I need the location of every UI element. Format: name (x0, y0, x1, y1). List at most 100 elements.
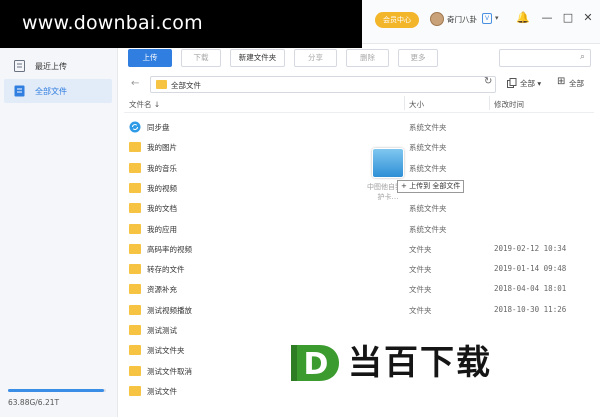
sync-icon (129, 121, 141, 133)
folder-icon (129, 385, 141, 396)
search-input[interactable]: ⌕ (499, 49, 591, 67)
dragged-file-icon (372, 148, 404, 178)
file-name: 资源补充 (147, 285, 177, 295)
file-type: 系统文件夹 (409, 163, 447, 173)
avatar[interactable] (430, 12, 444, 26)
folder-icon (129, 142, 141, 153)
column-divider (489, 96, 490, 110)
file-name: 转存的文件 (147, 265, 185, 275)
all-files-icon (14, 85, 25, 97)
header-divider (124, 112, 594, 113)
column-header-size[interactable]: 大小 (409, 99, 424, 110)
file-modified: 2018-10-30 11:26 (494, 304, 567, 314)
copy-icon (507, 78, 517, 88)
file-type: 系统文件夹 (409, 143, 447, 153)
file-row[interactable]: 资源补充 文件夹 2018-04-04 18:01 (124, 279, 594, 299)
breadcrumb-path: 全部文件 (171, 81, 201, 90)
vip-center-button[interactable]: 会员中心 (375, 12, 419, 28)
file-name: 我的视频 (147, 183, 177, 193)
sort-dropdown[interactable]: 全部 (569, 78, 584, 89)
storage-quota-fill (8, 389, 105, 392)
back-arrow-icon[interactable]: ← (131, 78, 139, 89)
username[interactable]: 奇门八卦 (447, 14, 477, 25)
more-button[interactable]: 更多 (398, 49, 438, 67)
file-row[interactable]: 测试视频播放 文件夹 2018-10-30 11:26 (124, 300, 594, 320)
file-name: 我的应用 (147, 224, 177, 234)
file-name: 我的文档 (147, 204, 177, 214)
file-modified: 2019-01-14 09:48 (494, 264, 567, 274)
sidebar-item-all-files[interactable]: 全部文件 (4, 79, 112, 103)
file-name: 我的图片 (147, 143, 177, 153)
minimize-icon[interactable]: — (540, 11, 554, 24)
file-type: 系统文件夹 (409, 204, 447, 214)
file-name: 测试测试 (147, 326, 177, 335)
maximize-icon[interactable]: □ (561, 11, 575, 24)
file-name: 测试文件夹 (147, 346, 185, 356)
file-row[interactable]: 我的应用 系统文件夹 (124, 219, 594, 239)
file-row[interactable]: 同步盘 系统文件夹 (124, 117, 594, 137)
folder-icon (129, 223, 141, 234)
file-type: 文件夹 (409, 285, 432, 295)
folder-icon (129, 345, 141, 356)
drop-tooltip: + 上传到 全部文件 (397, 180, 465, 193)
file-name: 高码率的视频 (147, 244, 192, 254)
breadcrumb[interactable]: 全部文件 (150, 76, 496, 93)
new-folder-button[interactable]: 新建文件夹 (230, 49, 285, 67)
file-row[interactable]: 转存的文件 文件夹 2019-01-14 09:48 (124, 259, 594, 279)
close-icon[interactable]: ✕ (581, 11, 595, 24)
storage-quota-text: 63.88G/6.21T (8, 398, 60, 407)
chevron-down-icon: ▾ (537, 79, 542, 88)
grid-icon[interactable]: ⊞ (557, 76, 565, 87)
file-row[interactable]: 我的视频系统文件夹 (124, 178, 594, 198)
file-row[interactable]: 我的图片 系统文件夹 (124, 137, 594, 157)
watermark-logo-letter: D (304, 347, 329, 382)
file-type: 系统文件夹 (409, 224, 447, 234)
watermark-banner: www.downbai.com (0, 0, 362, 48)
file-row[interactable]: 测试测试 (124, 320, 594, 340)
folder-icon (129, 325, 141, 335)
refresh-icon[interactable]: ↻ (484, 76, 492, 87)
file-row[interactable]: 我的音乐 系统文件夹 (124, 158, 594, 178)
watermark-text: 当百下载 (348, 343, 492, 383)
column-header-modified[interactable]: 修改时间 (494, 99, 524, 110)
bell-icon[interactable]: 🔔 (516, 11, 530, 24)
file-name: 同步盘 (147, 123, 170, 132)
column-divider (404, 96, 405, 110)
file-row[interactable]: 我的文档 系统文件夹 (124, 198, 594, 218)
user-menu-chevron-down-icon[interactable]: ▾ (495, 14, 499, 22)
upload-button[interactable]: 上传 (128, 49, 172, 67)
file-type: 系统文件夹 (409, 123, 447, 132)
column-header-label: 文件名 (129, 100, 152, 109)
folder-icon (129, 162, 141, 173)
file-modified: 2018-04-04 18:01 (494, 284, 567, 294)
sort-label: 全部 (569, 79, 584, 88)
share-button[interactable]: 分享 (294, 49, 337, 67)
sidebar-item-label: 全部文件 (35, 87, 67, 96)
folder-icon (156, 80, 167, 89)
file-modified: 2019-02-12 10:34 (494, 243, 567, 253)
download-button[interactable]: 下载 (181, 49, 221, 67)
sidebar-item-label: 最近上传 (35, 62, 67, 71)
file-row[interactable]: 高码率的视频 文件夹 2019-02-12 10:34 (124, 239, 594, 259)
vip-level-icon: V (482, 13, 492, 24)
file-name: 测试文件取消 (147, 366, 192, 376)
folder-icon (129, 365, 141, 376)
folder-icon (129, 304, 141, 315)
search-icon: ⌕ (579, 52, 585, 62)
file-name: 我的音乐 (147, 163, 177, 173)
filter-label: 全部 (520, 79, 535, 88)
file-name: 测试视频播放 (147, 305, 192, 315)
filter-dropdown[interactable]: 全部 ▾ (520, 78, 541, 89)
plus-icon: + (401, 182, 407, 190)
drop-tooltip-text: 上传到 全部文件 (409, 182, 461, 190)
sidebar-item-recent[interactable]: 最近上传 (4, 54, 112, 78)
folder-icon (129, 264, 141, 275)
sidebar: 最近上传 全部文件 (0, 44, 118, 417)
file-type: 文件夹 (409, 265, 432, 275)
storage-quota-bar (8, 389, 106, 392)
folder-icon (129, 243, 141, 254)
delete-button[interactable]: 删除 (346, 49, 389, 67)
sort-arrow-icon: ↓ (153, 100, 161, 109)
column-header-name[interactable]: 文件名 ↓ (129, 99, 160, 110)
watermark-logo: D (291, 345, 339, 382)
